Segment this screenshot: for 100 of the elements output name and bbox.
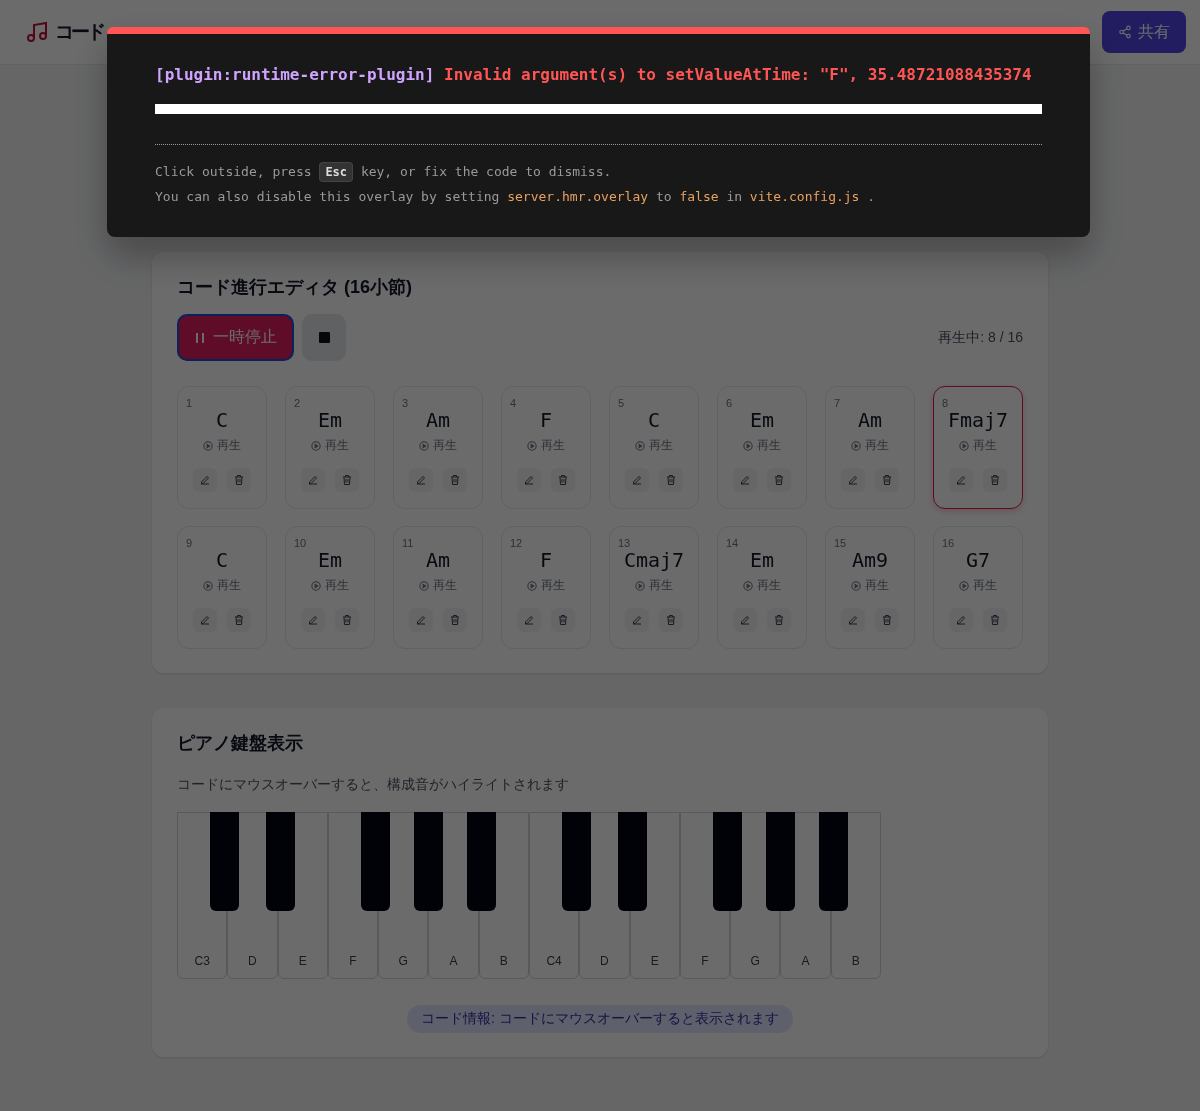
trash-icon [665,614,677,626]
edit-button[interactable] [841,468,865,492]
play-button[interactable]: 再生 [635,577,673,594]
delete-button[interactable] [335,608,359,632]
play-button[interactable]: 再生 [527,437,565,454]
music-note-icon [25,20,49,44]
delete-button[interactable] [767,468,791,492]
delete-button[interactable] [659,468,683,492]
delete-button[interactable] [335,468,359,492]
share-button[interactable]: 共有 [1102,11,1186,53]
play-button[interactable]: 再生 [851,577,889,594]
piano-keyboard[interactable]: C3 D E F G A B C4 D E F G A B [177,812,881,979]
trash-icon [557,614,569,626]
pencil-icon [523,474,535,486]
play-button[interactable]: 再生 [743,437,781,454]
edit-button[interactable] [517,608,541,632]
play-icon [635,580,645,591]
sharp-key[interactable] [818,812,848,911]
edit-button[interactable] [625,608,649,632]
bar-card[interactable]: 10 Em 再生 [285,526,375,649]
sharp-key[interactable] [562,812,592,911]
delete-button[interactable] [443,608,467,632]
bar-card[interactable]: 2 Em 再生 [285,386,375,509]
play-button[interactable]: 再生 [419,577,457,594]
key-label: B [851,954,860,968]
delete-button[interactable] [767,608,791,632]
play-button[interactable]: 再生 [635,437,673,454]
edit-button[interactable] [301,468,325,492]
delete-button[interactable] [875,468,899,492]
pause-button[interactable]: 一時停止 [177,314,294,361]
pencil-icon [307,614,319,626]
bar-number: 6 [726,397,733,409]
sharp-key[interactable] [413,812,443,911]
play-button[interactable]: 再生 [311,437,349,454]
pencil-icon [847,614,859,626]
play-icon [203,580,213,591]
delete-button[interactable] [443,468,467,492]
edit-button[interactable] [733,608,757,632]
bar-card[interactable]: 13 Cmaj7 再生 [609,526,699,649]
play-button[interactable]: 再生 [743,577,781,594]
play-button[interactable]: 再生 [851,437,889,454]
sharp-key[interactable] [466,812,496,911]
bar-card[interactable]: 11 Am 再生 [393,526,483,649]
chord-name: Am [425,547,451,573]
play-button[interactable]: 再生 [527,577,565,594]
delete-button[interactable] [659,608,683,632]
delete-button[interactable] [875,608,899,632]
play-button[interactable]: 再生 [203,437,241,454]
delete-button[interactable] [551,468,575,492]
play-button[interactable]: 再生 [419,437,457,454]
edit-button[interactable] [841,608,865,632]
edit-button[interactable] [301,608,325,632]
config-code: server.hmr.overlay [507,189,649,204]
sharp-key[interactable] [210,812,240,911]
bar-card[interactable]: 5 C 再生 [609,386,699,509]
bar-card[interactable]: 16 G7 再生 [933,526,1023,649]
play-button[interactable]: 再生 [311,577,349,594]
edit-button[interactable] [409,608,433,632]
bar-card[interactable]: 6 Em 再生 [717,386,807,509]
delete-button[interactable] [227,468,251,492]
delete-button[interactable] [227,608,251,632]
sharp-key[interactable] [617,812,647,911]
pencil-icon [631,474,643,486]
edit-button[interactable] [625,468,649,492]
chord-name: C [215,547,228,573]
sharp-key[interactable] [265,812,295,911]
sharp-key[interactable] [713,812,743,911]
edit-button[interactable] [193,468,217,492]
bar-card[interactable]: 8 Fmaj7 再生 [933,386,1023,509]
trash-icon [557,474,569,486]
edit-button[interactable] [409,468,433,492]
bar-card[interactable]: 12 F 再生 [501,526,591,649]
stop-button[interactable] [302,314,346,361]
key-label: F [349,954,357,968]
bar-card[interactable]: 9 C 再生 [177,526,267,649]
delete-button[interactable] [983,608,1007,632]
bar-card[interactable]: 1 C 再生 [177,386,267,509]
bar-card[interactable]: 3 Am 再生 [393,386,483,509]
play-button[interactable]: 再生 [959,437,997,454]
chord-name: C [215,407,228,433]
play-button[interactable]: 再生 [203,577,241,594]
bar-card[interactable]: 15 Am9 再生 [825,526,915,649]
bar-card[interactable]: 4 F 再生 [501,386,591,509]
sharp-key[interactable] [765,812,795,911]
bar-card[interactable]: 7 Am 再生 [825,386,915,509]
edit-button[interactable] [949,608,973,632]
play-button[interactable]: 再生 [959,577,997,594]
delete-button[interactable] [551,608,575,632]
edit-button[interactable] [193,608,217,632]
play-icon [311,440,321,451]
chord-info: コード情報: コードにマウスオーバーすると表示されます [407,1005,793,1033]
bar-card[interactable]: 14 Em 再生 [717,526,807,649]
delete-button[interactable] [983,468,1007,492]
edit-button[interactable] [733,468,757,492]
key-label: D [600,954,609,968]
edit-button[interactable] [949,468,973,492]
sharp-key[interactable] [361,812,391,911]
bar-number: 11 [402,537,414,549]
edit-button[interactable] [517,468,541,492]
tip-text: . [867,189,876,204]
